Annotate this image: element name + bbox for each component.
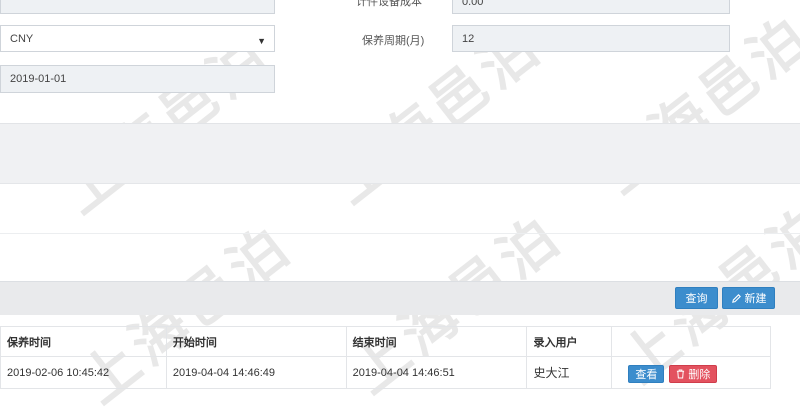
pencil-icon: [731, 293, 741, 303]
equipment-cost-field[interactable]: 0.00: [452, 0, 730, 14]
query-button[interactable]: 查询: [675, 287, 718, 309]
maintenance-cycle-value: 12: [462, 32, 475, 45]
date-field[interactable]: 2019-01-01: [0, 65, 275, 93]
currency-select[interactable]: CNY ▼: [0, 25, 275, 52]
query-button-label: 查询: [685, 293, 708, 305]
maintain-time-cell: 2019-02-06 10:45:42: [0, 356, 167, 389]
delete-button-label: 删除: [688, 369, 711, 381]
column-header: 保养时间: [0, 326, 167, 357]
user-cell: 史大江: [526, 356, 613, 389]
trash-icon: [677, 369, 685, 379]
start-time-cell: 2019-04-04 14:46:49: [165, 356, 347, 389]
column-header: 结束时间: [345, 326, 528, 357]
equipment-cost-value: 0.00: [462, 0, 484, 8]
table-header-row: 保养时间 开始时间 结束时间 录入用户: [0, 326, 771, 357]
view-button-label: 查看: [635, 369, 658, 381]
divider: [0, 233, 800, 234]
column-header: 开始时间: [165, 326, 347, 357]
new-button-label: 新建: [744, 293, 767, 305]
end-time-cell: 2019-04-04 14:46:51: [345, 356, 528, 389]
caret-down-icon: ▼: [257, 36, 266, 46]
currency-value: CNY: [10, 32, 34, 45]
maintenance-cycle-label: 保养周期(月): [362, 35, 425, 47]
maintenance-table: 保养时间 开始时间 结束时间 录入用户 2019-02-06 10:45:42 …: [0, 326, 771, 389]
maintenance-cycle-field[interactable]: 12: [452, 25, 730, 52]
top-left-field[interactable]: [0, 0, 275, 14]
view-button[interactable]: 查看: [628, 365, 665, 383]
date-value: 2019-01-01: [10, 73, 67, 85]
equipment-cost-label: 计件设备成本: [356, 0, 422, 8]
column-header-actions: [611, 326, 771, 357]
delete-button[interactable]: 删除: [669, 365, 718, 383]
table-row: 2019-02-06 10:45:42 2019-04-04 14:46:49 …: [0, 356, 771, 389]
column-header: 录入用户: [526, 326, 613, 357]
actions-cell: 查看 删除: [611, 356, 771, 389]
new-button[interactable]: 新建: [722, 287, 775, 309]
section-band: [0, 123, 800, 184]
